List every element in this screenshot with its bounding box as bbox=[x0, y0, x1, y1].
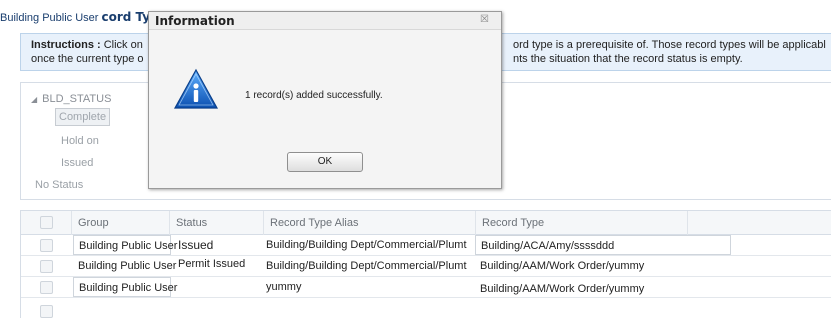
instructions-line1-text: Click on bbox=[100, 39, 143, 51]
cell-record-type[interactable]: Building/AAM/Work Order/yummy bbox=[475, 279, 687, 299]
ok-button[interactable]: OK bbox=[287, 152, 363, 172]
tree-node-hold-on[interactable]: Hold on bbox=[61, 135, 99, 147]
row-checkbox[interactable] bbox=[40, 239, 53, 252]
info-icon bbox=[173, 68, 219, 109]
cell-group[interactable]: Building Public User bbox=[73, 256, 176, 276]
collapse-triangle-icon[interactable]: ◢ bbox=[31, 95, 37, 104]
dialog-title: Information bbox=[155, 14, 235, 28]
column-header-empty bbox=[687, 211, 831, 235]
tree-root-label: BLD_STATUS bbox=[42, 93, 112, 105]
cell-alias[interactable]: Building/Building Dept/Commercial/Plumt bbox=[261, 235, 473, 255]
tree-node-no-status[interactable]: No Status bbox=[35, 179, 83, 191]
row-checkbox-empty[interactable] bbox=[40, 305, 53, 318]
row-checkbox[interactable] bbox=[40, 281, 53, 294]
table-row[interactable]: Building Public User Issued Building/Bui… bbox=[21, 235, 831, 256]
table-row[interactable]: Building Public User Permit Issued Build… bbox=[21, 256, 831, 277]
table-row[interactable]: Building Public User yummy Building/AAM/… bbox=[21, 277, 831, 298]
instructions-right: ord type is a prerequisite of. Those rec… bbox=[513, 38, 826, 66]
dialog-titlebar[interactable]: Information ☒ bbox=[149, 12, 501, 30]
cell-record-type[interactable]: Building/AAM/Work Order/yummy bbox=[475, 256, 687, 276]
column-header-group[interactable]: Group bbox=[71, 211, 169, 235]
instructions-right-line1: ord type is a prerequisite of. Those rec… bbox=[513, 39, 826, 51]
page-title: Building Public User cord Ty bbox=[0, 10, 150, 24]
cell-status[interactable]: Permit Issued bbox=[173, 256, 263, 276]
information-dialog: Information ☒ 1 record(s) added successf… bbox=[148, 11, 502, 189]
column-header-record-type[interactable]: Record Type bbox=[475, 211, 687, 235]
cell-group[interactable]: Building Public User bbox=[73, 235, 177, 255]
tree-root[interactable]: ◢ BLD_STATUS bbox=[31, 93, 111, 105]
cell-alias[interactable]: yummy bbox=[261, 277, 473, 297]
cell-status[interactable]: Issued bbox=[173, 235, 263, 255]
column-header-alias[interactable]: Record Type Alias bbox=[263, 211, 475, 235]
dialog-message: 1 record(s) added successfully. bbox=[245, 90, 383, 101]
cell-alias[interactable]: Building/Building Dept/Commercial/Plumt bbox=[261, 256, 473, 276]
cell-status[interactable] bbox=[173, 277, 263, 297]
instructions-right-line2: nts the situation that the record status… bbox=[513, 53, 743, 65]
tree-node-complete[interactable]: Complete bbox=[55, 108, 111, 126]
cell-group[interactable]: Building Public User bbox=[73, 277, 177, 297]
record-type-grid: Group Status Record Type Alias Record Ty… bbox=[20, 210, 831, 318]
cell-record-type[interactable]: Building/ACA/Amy/ssssddd bbox=[475, 235, 731, 255]
select-all-checkbox[interactable] bbox=[40, 216, 53, 229]
grid-header: Group Status Record Type Alias Record Ty… bbox=[21, 211, 831, 235]
column-header-status[interactable]: Status bbox=[169, 211, 263, 235]
page-title-suffix: cord Ty bbox=[101, 10, 151, 24]
close-icon[interactable]: ☒ bbox=[480, 14, 489, 25]
tree-node-issued[interactable]: Issued bbox=[61, 157, 93, 169]
page-title-prefix: Building Public User bbox=[0, 12, 99, 24]
row-checkbox[interactable] bbox=[40, 260, 53, 273]
instructions-label: Instructions : bbox=[31, 39, 101, 51]
